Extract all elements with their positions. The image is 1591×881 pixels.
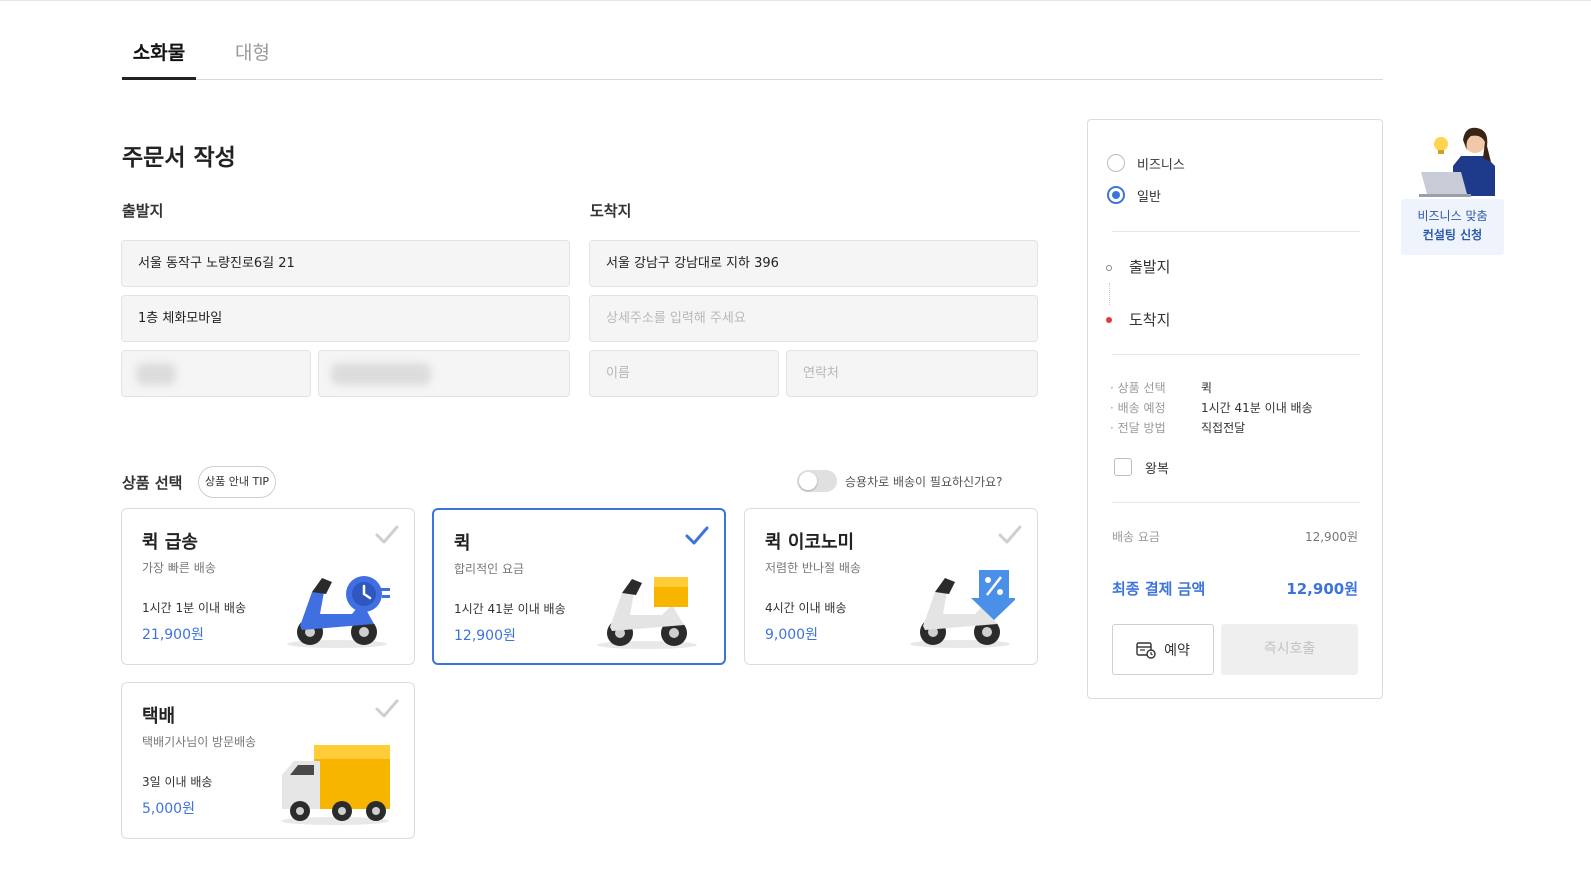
delivery-truck-icon xyxy=(281,745,390,825)
route-origin-label: 출발지 xyxy=(1129,258,1171,276)
product-price: 21,900원 xyxy=(142,627,204,643)
product-time: 1시간 1분 이내 배송 xyxy=(142,601,246,615)
radio-label: 비즈니스 xyxy=(1137,157,1185,173)
origin-address-field[interactable]: 서울 동작구 노량진로6길 21 xyxy=(121,240,570,287)
divider xyxy=(1112,502,1360,503)
product-card-express[interactable]: 퀵 급송 가장 빠른 배송 1시간 1분 이내 배송 21,900원 xyxy=(121,508,415,665)
destination-phone-input[interactable] xyxy=(786,350,1038,397)
radio-business[interactable]: 비즈니스 xyxy=(1107,153,1185,173)
info-key: · 전달 방법 xyxy=(1110,421,1166,435)
product-time: 3일 이내 배송 xyxy=(142,775,213,789)
car-delivery-toggle[interactable] xyxy=(797,470,837,492)
product-price: 9,000원 xyxy=(765,627,818,643)
radio-circle[interactable] xyxy=(1107,154,1125,172)
info-row-eta: · 배송 예정 1시간 41분 이내 배송 xyxy=(1110,399,1313,416)
consulting-line1: 비즈니스 맞춤 xyxy=(1417,209,1488,223)
redacted-phone xyxy=(331,363,431,385)
info-key: · 배송 예정 xyxy=(1110,401,1166,415)
round-trip-checkbox[interactable] xyxy=(1114,458,1132,476)
destination-dot-icon xyxy=(1106,317,1112,323)
origin-label: 출발지 xyxy=(122,202,164,220)
radio-general[interactable]: 일반 xyxy=(1107,185,1161,205)
check-icon xyxy=(375,525,399,544)
product-select-title: 상품 선택 xyxy=(122,474,183,492)
instant-call-button[interactable]: 즉시호출 xyxy=(1221,624,1358,675)
origin-name-field[interactable] xyxy=(121,350,311,397)
product-name: 퀵 급송 xyxy=(142,532,198,553)
destination-name-input[interactable] xyxy=(589,350,779,397)
scooter-box-icon xyxy=(597,577,697,649)
destination-address-field[interactable]: 서울 강남구 강남대로 지하 396 xyxy=(589,240,1038,287)
product-desc: 합리적인 요금 xyxy=(454,562,525,576)
route-connector xyxy=(1109,283,1110,305)
reserve-label: 예약 xyxy=(1164,642,1190,659)
order-summary-panel: 비즈니스 일반 출발지 도착지 · 상품 선택 퀵 · 배송 예정 1시간 41… xyxy=(1087,119,1383,699)
consulting-line2: 컨설팅 신청 xyxy=(1422,228,1483,242)
product-price: 12,900원 xyxy=(454,628,516,644)
destination-detail-input[interactable] xyxy=(589,295,1038,342)
page-title: 주문서 작성 xyxy=(122,145,236,171)
calendar-clock-icon xyxy=(1136,641,1156,659)
consultant-illustration-icon xyxy=(1419,127,1495,197)
scooter-timer-icon xyxy=(287,576,390,648)
round-trip-label: 왕복 xyxy=(1145,462,1169,477)
radio-label: 일반 xyxy=(1137,189,1161,205)
divider xyxy=(1112,231,1360,232)
product-time: 1시간 41분 이내 배송 xyxy=(454,602,566,616)
fee-label: 배송 요금 xyxy=(1112,530,1160,544)
redacted-name xyxy=(136,363,176,385)
origin-detail-field[interactable]: 1층 체화모바일 xyxy=(121,295,570,342)
scooter-discount-icon xyxy=(910,570,1015,648)
check-icon xyxy=(375,699,399,718)
car-delivery-label: 승용차로 배송이 필요하신가요? xyxy=(845,475,1003,489)
route-destination-label: 도착지 xyxy=(1129,311,1171,329)
product-name: 퀵 이코노미 xyxy=(765,532,855,553)
total-value: 12,900원 xyxy=(1286,580,1358,598)
check-icon xyxy=(685,526,709,545)
check-icon xyxy=(998,525,1022,544)
info-value: 직접전달 xyxy=(1201,421,1246,435)
top-divider xyxy=(0,0,1591,1)
consulting-label-box[interactable]: 비즈니스 맞춤 컨설팅 신청 xyxy=(1401,199,1504,255)
product-time: 4시간 이내 배송 xyxy=(765,601,847,615)
product-card-parcel[interactable]: 택배 택배기사님이 방문배송 3일 이내 배송 5,000원 xyxy=(121,682,415,839)
divider xyxy=(1112,354,1360,355)
tab-small-parcel[interactable]: 소화물 xyxy=(122,38,196,80)
product-desc: 가장 빠른 배송 xyxy=(142,561,216,575)
fee-value: 12,900원 xyxy=(1304,530,1358,544)
info-key: · 상품 선택 xyxy=(1110,381,1166,395)
info-row-delivery-method: · 전달 방법 직접전달 xyxy=(1110,419,1245,436)
consulting-widget[interactable]: 비즈니스 맞춤 컨설팅 신청 xyxy=(1401,122,1504,255)
origin-dot-icon xyxy=(1106,265,1112,271)
origin-phone-field[interactable] xyxy=(318,350,570,397)
product-name: 택배 xyxy=(142,706,176,727)
tab-large[interactable]: 대형 xyxy=(235,38,270,80)
radio-circle[interactable] xyxy=(1107,186,1125,204)
info-row-product: · 상품 선택 퀵 xyxy=(1110,379,1212,396)
reserve-button[interactable]: 예약 xyxy=(1112,624,1214,675)
product-price: 5,000원 xyxy=(142,801,195,817)
info-value: 1시간 41분 이내 배송 xyxy=(1201,401,1313,415)
service-tabs: 소화물 대형 xyxy=(122,38,1383,80)
total-label: 최종 결제 금액 xyxy=(1112,580,1206,598)
product-desc: 택배기사님이 방문배송 xyxy=(142,735,257,749)
product-tip-button[interactable]: 상품 안내 TIP xyxy=(198,466,277,498)
product-name: 퀵 xyxy=(454,533,471,554)
product-card-economy[interactable]: 퀵 이코노미 저렴한 반나절 배송 4시간 이내 배송 9,000원 xyxy=(744,508,1038,665)
destination-label: 도착지 xyxy=(590,202,632,220)
product-desc: 저렴한 반나절 배송 xyxy=(765,561,861,575)
info-value: 퀵 xyxy=(1201,381,1213,395)
product-card-quick[interactable]: 퀵 합리적인 요금 1시간 41분 이내 배송 12,900원 xyxy=(432,508,726,665)
